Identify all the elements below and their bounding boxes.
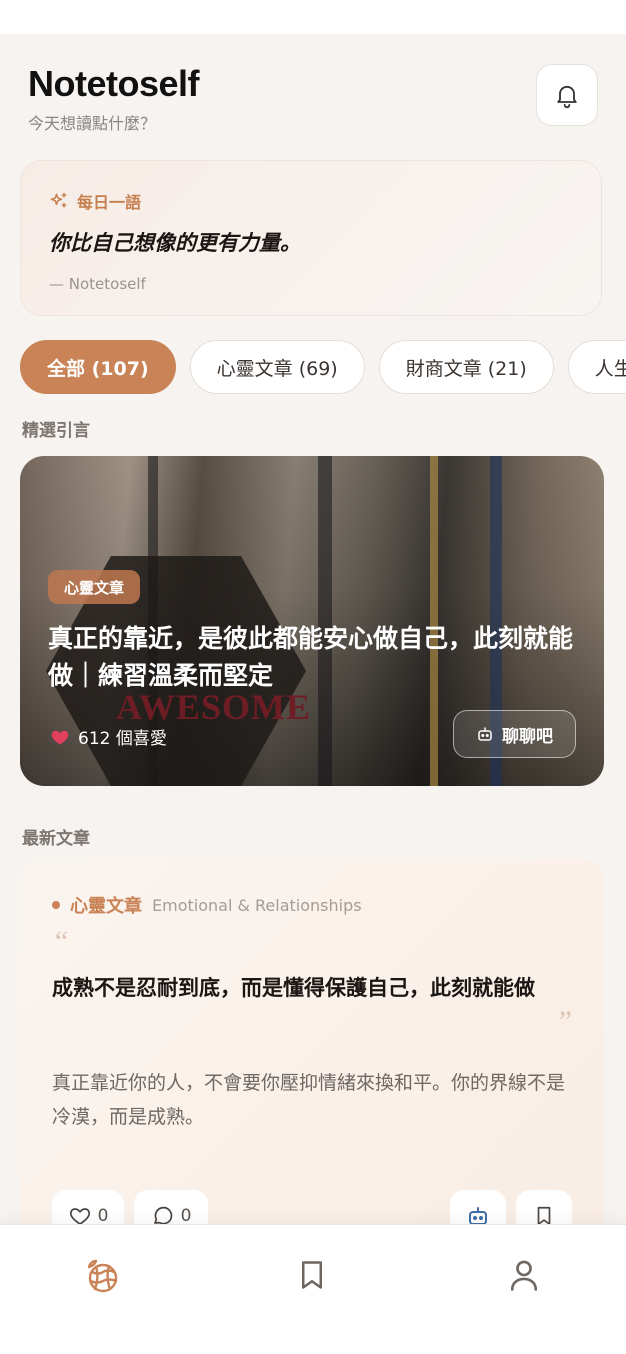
home-icon bbox=[87, 1259, 118, 1293]
chip-all[interactable]: 全部 (107) bbox=[20, 340, 176, 394]
daily-quote-author: — Notetoself bbox=[49, 275, 146, 293]
sparkles-icon bbox=[50, 192, 67, 208]
article-card[interactable]: 心靈文章 Emotional & Relationships “ 成熟不是忍耐到… bbox=[20, 858, 604, 1278]
featured-likes: 612 個喜愛 bbox=[50, 724, 167, 749]
bookmark-icon bbox=[302, 1261, 322, 1289]
chat-button[interactable]: 聊聊吧 bbox=[453, 710, 576, 758]
category-dot bbox=[52, 901, 60, 909]
nav-bookmarks[interactable] bbox=[290, 1253, 334, 1297]
open-quote-mark: “ bbox=[52, 925, 69, 958]
chip-mind-articles[interactable]: 心靈文章 (69) bbox=[189, 340, 365, 394]
featured-category-badge: 心靈文章 bbox=[48, 570, 141, 604]
app-title: Notetoself bbox=[28, 63, 200, 104]
comment-count: 0 bbox=[180, 1206, 192, 1226]
article-subcategory: Emotional & Relationships bbox=[152, 895, 362, 915]
article-title: 成熟不是忍耐到底，而是懂得保護自己，此刻就能做 bbox=[52, 976, 535, 1000]
profile-icon bbox=[510, 1260, 538, 1291]
bell-icon bbox=[557, 85, 577, 109]
featured-section-label: 精選引言 bbox=[22, 421, 90, 441]
latest-section-label: 最新文章 bbox=[22, 829, 90, 849]
article-category: 心靈文章 bbox=[70, 896, 142, 917]
daily-quote-text: 你比自己想像的更有力量。 bbox=[49, 231, 301, 255]
nav-profile[interactable] bbox=[502, 1253, 546, 1297]
featured-card[interactable]: AWESOME 心靈文章 真正的靠近，是彼此都能安心做自己，此刻就能做｜練習溫柔… bbox=[20, 456, 604, 786]
daily-quote-card: 每日一語 你比自己想像的更有力量。 — Notetoself bbox=[20, 160, 602, 316]
notifications-button[interactable] bbox=[536, 64, 598, 126]
daily-quote-label: 每日一語 bbox=[77, 193, 142, 212]
close-quote-mark: ” bbox=[555, 1005, 572, 1038]
app-screen: Notetoself 今天想讀點什麼？ 每日一語 你比自己想像的更有力量。 — … bbox=[0, 34, 626, 1354]
app-subtitle: 今天想讀點什麼？ bbox=[28, 114, 157, 133]
chat-button-label: 聊聊吧 bbox=[502, 726, 553, 747]
daily-quote-header: 每日一語 bbox=[49, 189, 573, 213]
header: Notetoself 今天想讀點什麼？ bbox=[28, 64, 598, 144]
chip-life-articles[interactable]: 人生文 bbox=[567, 340, 626, 394]
category-chips: 全部 (107)心靈文章 (69)財商文章 (21)人生文 bbox=[20, 340, 626, 396]
article-meta: 心靈文章 Emotional & Relationships bbox=[52, 892, 572, 918]
nav-home[interactable] bbox=[80, 1253, 124, 1297]
article-excerpt: 真正靠近你的人，不會要你壓抑情緒來換和平。你的界線不是冷漠，而是成熟。 bbox=[52, 1072, 566, 1128]
featured-likes-count: 612 個喜愛 bbox=[78, 729, 167, 749]
bottom-nav bbox=[0, 1224, 626, 1354]
heart-icon bbox=[51, 730, 69, 744]
chip-finance-articles[interactable]: 財商文章 (21) bbox=[378, 340, 554, 394]
featured-title: 真正的靠近，是彼此都能安心做自己，此刻就能做｜練習溫柔而堅定 bbox=[48, 624, 574, 690]
like-count: 0 bbox=[97, 1206, 109, 1226]
robot-icon bbox=[478, 727, 492, 741]
